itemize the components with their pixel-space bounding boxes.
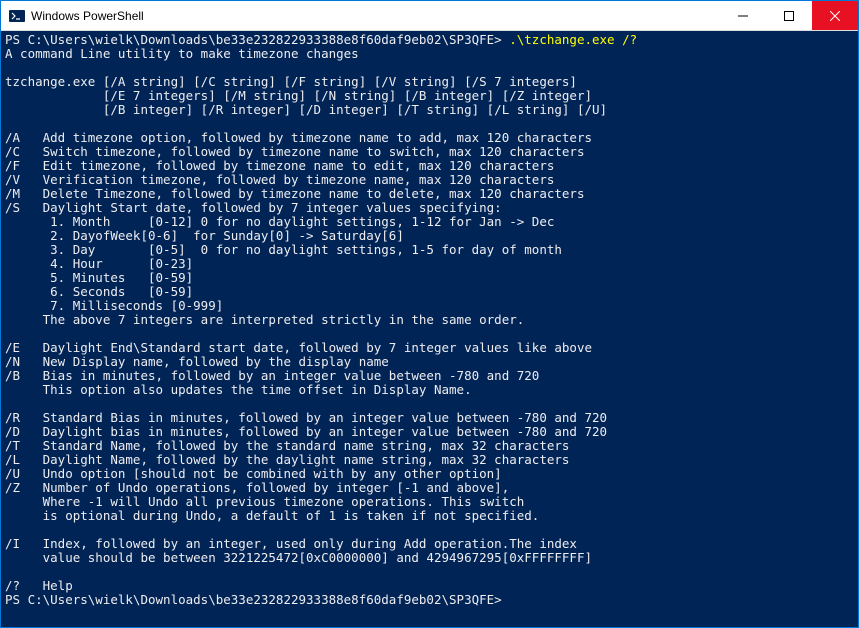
output-line: is optional during Undo, a default of 1 …: [5, 509, 854, 523]
output-line: /A Add timezone option, followed by time…: [5, 131, 854, 145]
output-line: /V Verification timezone, followed by ti…: [5, 173, 854, 187]
output-line: /B Bias in minutes, followed by an integ…: [5, 369, 854, 383]
output-line: A command Line utility to make timezone …: [5, 47, 854, 61]
output-line: [5, 397, 854, 411]
output-line: /S Daylight Start date, followed by 7 in…: [5, 201, 854, 215]
output-line: /D Daylight bias in minutes, followed by…: [5, 425, 854, 439]
output-line: 4. Hour [0-23]: [5, 257, 854, 271]
output-line: /C Switch timezone, followed by timezone…: [5, 145, 854, 159]
close-button[interactable]: [812, 1, 858, 30]
output-line: [/B integer] [/R integer] [/D integer] […: [5, 103, 854, 117]
output-line: 6. Seconds [0-59]: [5, 285, 854, 299]
prompt-path: PS C:\Users\wielk\Downloads\be33e2328229…: [5, 592, 509, 607]
output-line: 2. DayofWeek[0-6] for Sunday[0] -> Satur…: [5, 229, 854, 243]
command-text: .\tzchange.exe /?: [509, 32, 637, 47]
window-title: Windows PowerShell: [31, 9, 720, 23]
output-line: /M Delete Timezone, followed by timezone…: [5, 187, 854, 201]
output-line: [5, 565, 854, 579]
output-line: /U Undo option [should not be combined w…: [5, 467, 854, 481]
output-line: /I Index, followed by an integer, used o…: [5, 537, 854, 551]
window-controls: [720, 1, 858, 30]
output-line: /Z Number of Undo operations, followed b…: [5, 481, 854, 495]
output-line: /T Standard Name, followed by the standa…: [5, 439, 854, 453]
prompt-line: PS C:\Users\wielk\Downloads\be33e2328229…: [5, 593, 854, 607]
output-line: 7. Milliseconds [0-999]: [5, 299, 854, 313]
output-line: /R Standard Bias in minutes, followed by…: [5, 411, 854, 425]
output-line: Where -1 will Undo all previous timezone…: [5, 495, 854, 509]
output-line: /F Edit timezone, followed by timezone n…: [5, 159, 854, 173]
output-line: 1. Month [0-12] 0 for no daylight settin…: [5, 215, 854, 229]
titlebar[interactable]: Windows PowerShell: [1, 1, 858, 31]
output-line: 3. Day [0-5] 0 for no daylight settings,…: [5, 243, 854, 257]
powershell-window: Windows PowerShell PS C:\Users\wielk\Dow…: [0, 0, 859, 628]
output-line: /L Daylight Name, followed by the daylig…: [5, 453, 854, 467]
maximize-button[interactable]: [766, 1, 812, 30]
output-line: [5, 327, 854, 341]
terminal-content[interactable]: PS C:\Users\wielk\Downloads\be33e2328229…: [1, 31, 858, 627]
output-line: [/E 7 integers] [/M string] [/N string] …: [5, 89, 854, 103]
output-line: tzchange.exe [/A string] [/C string] [/F…: [5, 75, 854, 89]
prompt-line: PS C:\Users\wielk\Downloads\be33e2328229…: [5, 33, 854, 47]
output-line: [5, 523, 854, 537]
output-line: value should be between 3221225472[0xC00…: [5, 551, 854, 565]
powershell-icon: [9, 8, 25, 24]
minimize-button[interactable]: [720, 1, 766, 30]
output-line: This option also updates the time offset…: [5, 383, 854, 397]
output-line: [5, 117, 854, 131]
prompt-path: PS C:\Users\wielk\Downloads\be33e2328229…: [5, 32, 509, 47]
output-line: [5, 61, 854, 75]
output-line: /N New Display name, followed by the dis…: [5, 355, 854, 369]
output-line: The above 7 integers are interpreted str…: [5, 313, 854, 327]
output-line: /E Daylight End\Standard start date, fol…: [5, 341, 854, 355]
output-line: /? Help: [5, 579, 854, 593]
output-line: 5. Minutes [0-59]: [5, 271, 854, 285]
